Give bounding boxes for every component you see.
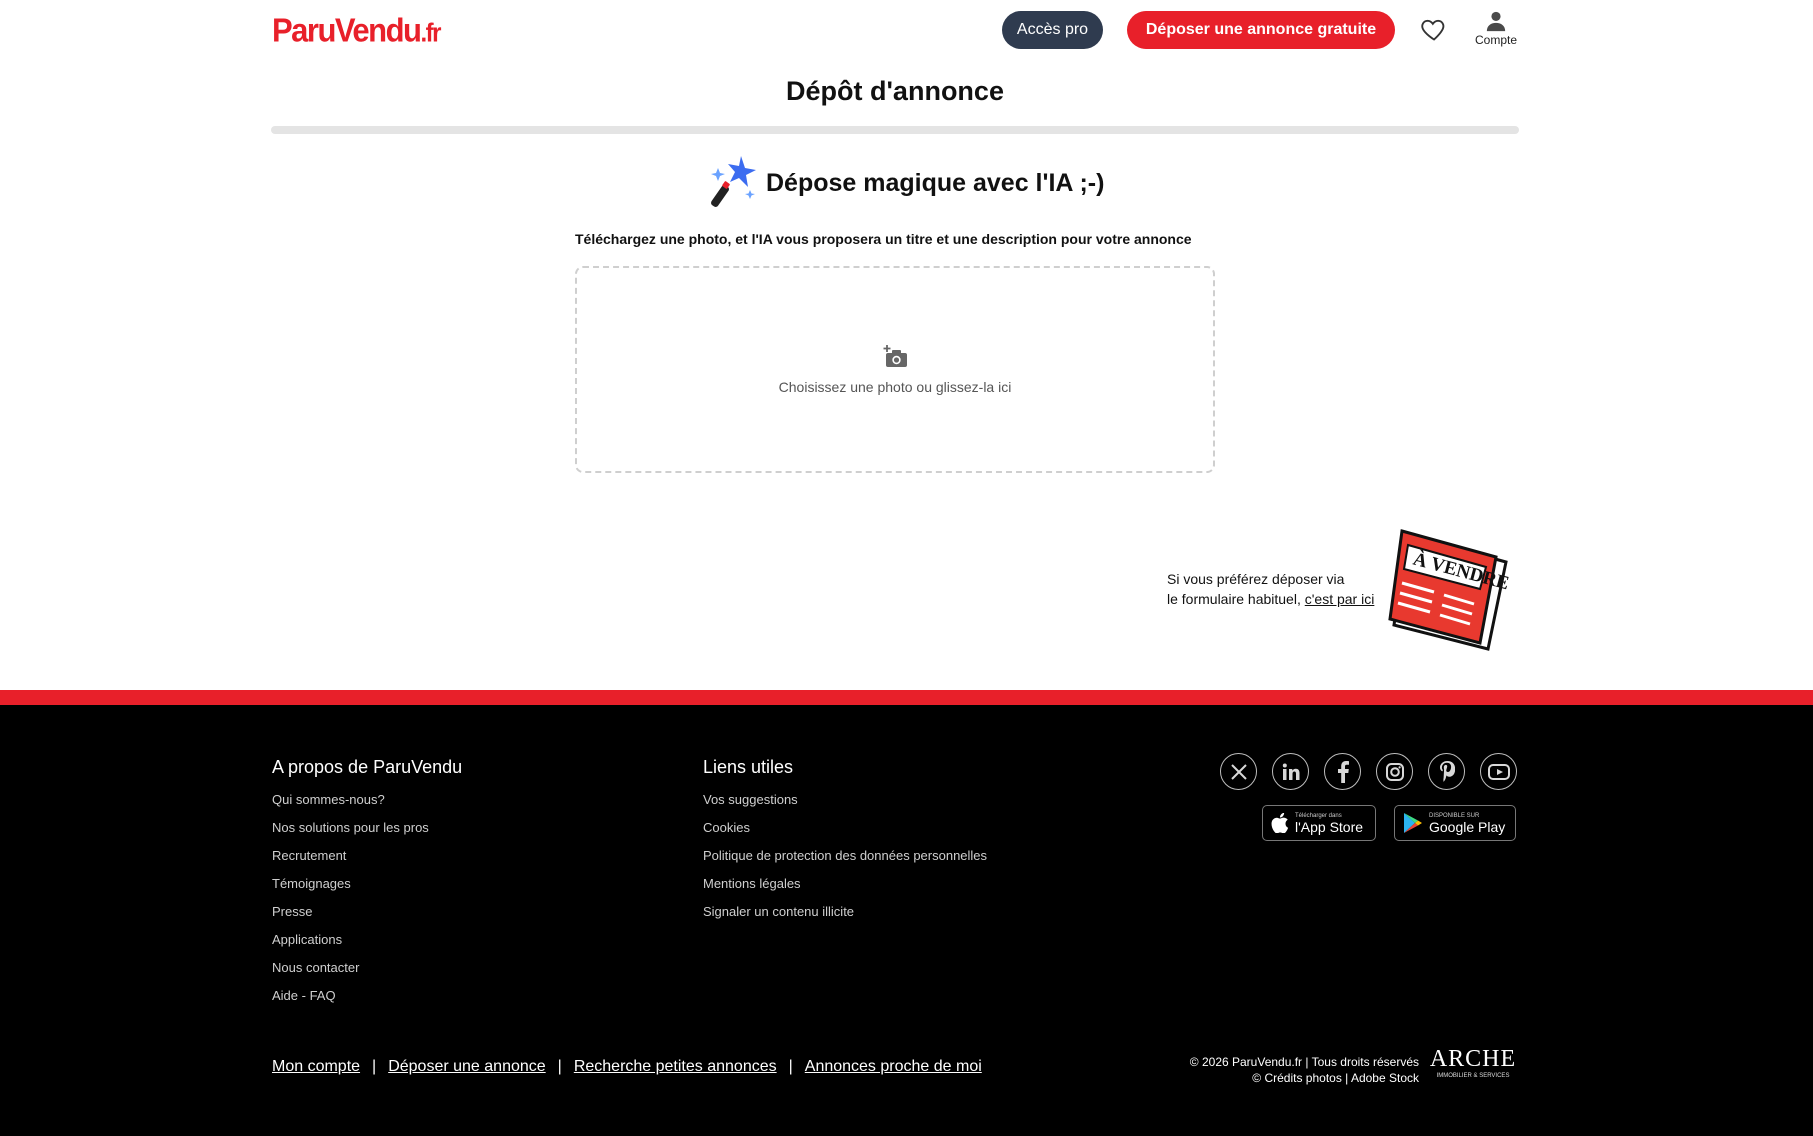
favorites-heart-icon[interactable] (1420, 15, 1448, 43)
logo-part-paru: Paru (272, 11, 336, 50)
google-play-badge[interactable]: DISPONIBLE SUR Google Play (1394, 805, 1516, 841)
page-title: Dépôt d'annonce (786, 76, 1004, 106)
apple-icon (1271, 813, 1289, 833)
footer-link-recrutement[interactable]: Recrutement (272, 842, 462, 870)
footer-link-cookies[interactable]: Cookies (703, 814, 987, 842)
user-icon (1486, 11, 1506, 32)
separator: | (372, 1058, 377, 1075)
paruvendu-logo[interactable]: ParuVendu.fr (272, 11, 441, 53)
pinterest-icon[interactable] (1428, 753, 1465, 790)
bottom-link-proche[interactable]: Annonces proche de moi (805, 1058, 982, 1076)
footer-useful-column: Liens utiles Vos suggestions Cookies Pol… (703, 757, 987, 926)
youtube-icon[interactable] (1480, 753, 1517, 790)
separator: | (557, 1058, 562, 1075)
footer-link-signaler[interactable]: Signaler un contenu illicite (703, 898, 987, 926)
footer-link-solutions-pros[interactable]: Nos solutions pour les pros (272, 814, 462, 842)
footer-red-band (0, 690, 1813, 705)
social-links (1220, 753, 1517, 790)
logo-part-vendu: Vendu (334, 11, 422, 50)
classic-form-link[interactable]: c'est par ici (1305, 591, 1375, 607)
magic-section-header: Dépose magique avec l'IA ;-) (708, 152, 1104, 214)
copyright-line2: © Crédits photos | Adobe Stock (1252, 1071, 1419, 1085)
alt-line2: le formulaire habituel, (1167, 591, 1301, 607)
magic-wand-icon (711, 156, 756, 207)
instagram-icon[interactable] (1376, 753, 1413, 790)
bottom-link-deposer[interactable]: Déposer une annonce (388, 1058, 545, 1076)
footer-link-applications[interactable]: Applications (272, 926, 462, 954)
account-menu[interactable]: Compte (1466, 10, 1526, 52)
dropzone-text: Choisissez une photo ou glissez-la ici (778, 379, 1012, 395)
footer-link-presse[interactable]: Presse (272, 898, 462, 926)
facebook-icon[interactable] (1324, 753, 1361, 790)
copyright: © 2026 ParuVendu.fr | Tous droits réserv… (1190, 1054, 1419, 1086)
app-store-badge[interactable]: Télécharger dans l'App Store (1262, 805, 1376, 841)
footer-about-title: A propos de ParuVendu (272, 757, 463, 777)
footer-about-column: A propos de ParuVendu Qui sommes-nous? N… (272, 757, 462, 1010)
bottom-link-mon-compte[interactable]: Mon compte (272, 1058, 360, 1076)
classic-form-hint: Si vous préférez déposer via le formulai… (1167, 569, 1374, 609)
footer-link-qui-sommes-nous[interactable]: Qui sommes-nous? (272, 786, 462, 814)
footer-link-temoignages[interactable]: Témoignages (272, 870, 462, 898)
arche-tagline: IMMOBILIER & SERVICES (1436, 1073, 1510, 1079)
arche-logo[interactable]: ARCHE IMMOBILIER & SERVICES (1428, 1045, 1518, 1093)
magic-title: Dépose magique avec l'IA ;-) (766, 168, 1105, 197)
separator: | (788, 1058, 793, 1075)
footer: A propos de ParuVendu Qui sommes-nous? N… (0, 705, 1813, 1136)
newspaper-illustration: À VENDRE (1388, 529, 1512, 651)
x-icon[interactable] (1220, 753, 1257, 790)
footer-link-mentions-legales[interactable]: Mentions légales (703, 870, 987, 898)
deposer-annonce-button[interactable]: Déposer une annonce gratuite (1127, 11, 1395, 49)
bottom-link-recherche[interactable]: Recherche petites annonces (574, 1058, 777, 1076)
photo-dropzone[interactable]: Choisissez une photo ou glissez-la ici (575, 266, 1215, 473)
upload-instructions: Téléchargez une photo, et l'IA vous prop… (575, 231, 1192, 247)
appstore-big-text: l'App Store (1295, 818, 1364, 835)
progress-bar (271, 126, 1519, 134)
add-photo-camera-icon (883, 345, 907, 367)
footer-link-nous-contacter[interactable]: Nous contacter (272, 954, 462, 982)
arche-name: ARCHE (1429, 1046, 1517, 1072)
copyright-line1: © 2026 ParuVendu.fr | Tous droits réserv… (1189, 1055, 1419, 1069)
footer-link-aide-faq[interactable]: Aide - FAQ (272, 982, 462, 1010)
logo-part-fr: .fr (420, 19, 441, 49)
footer-bottom-links: Mon compte | Déposer une annonce | Reche… (272, 1058, 982, 1076)
linkedin-icon[interactable] (1272, 753, 1309, 790)
header: ParuVendu.fr Accès pro Déposer une annon… (0, 0, 1813, 64)
footer-link-privacy[interactable]: Politique de protection des données pers… (703, 842, 987, 870)
google-play-icon (1404, 813, 1422, 833)
footer-link-suggestions[interactable]: Vos suggestions (703, 786, 987, 814)
account-label: Compte (1474, 33, 1518, 47)
googleplay-big-text: Google Play (1429, 818, 1506, 835)
alt-line1: Si vous préférez déposer via (1167, 571, 1345, 587)
acces-pro-button[interactable]: Accès pro (1002, 11, 1103, 49)
footer-useful-title: Liens utiles (703, 757, 794, 777)
